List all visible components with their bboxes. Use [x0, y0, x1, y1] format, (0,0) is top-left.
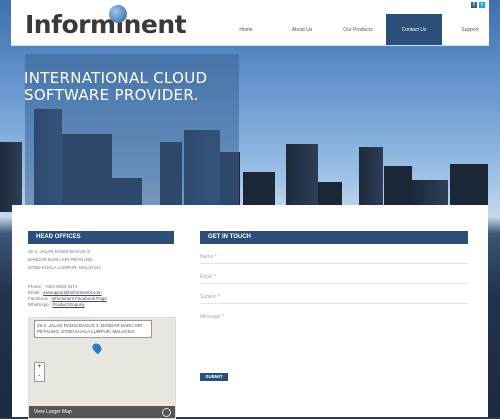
email-link[interactable]: ssesupport@informinent.com — [43, 290, 102, 295]
submit-button[interactable]: SUBMIT — [200, 373, 228, 381]
office-map[interactable]: 25-2, JALAN RADIN BAGUS 3, BANDAR BARU S… — [28, 317, 176, 419]
nav-support[interactable]: Support — [442, 14, 498, 45]
contact-details: Phone : +603 9054 3371 Email : ssesuppor… — [28, 284, 174, 308]
facebook-link[interactable]: Informinent Facebook Page — [52, 296, 107, 301]
site-header: Informinent Home About Us Our Products C… — [11, 0, 489, 46]
zoom-out-button[interactable]: - — [35, 372, 44, 381]
nav-about-us[interactable]: About Us — [274, 14, 330, 45]
social-links: f t — [471, 2, 485, 8]
subject-field[interactable]: Subject * — [200, 292, 468, 304]
building — [286, 144, 318, 212]
head-offices-column: HEAD OFFICES 25-2, JALAN RADIN BAGUS 3, … — [28, 231, 176, 419]
address-line: 57000 KUALA LUMPUR, MALAYSIA — [28, 265, 102, 270]
nav-contact-us[interactable]: Contact Us — [386, 14, 442, 45]
office-address: 25-2, JALAN RADIN BAGUS 3, BANDAR BARU S… — [28, 248, 174, 272]
zoom-in-button[interactable]: + — [35, 363, 44, 372]
hero-title: INTERNATIONAL CLOUD SOFTWARE PROVIDER. — [24, 69, 208, 104]
get-in-touch-column: GET IN TOUCH Name * Email * Subject * Me… — [200, 231, 468, 381]
twitter-icon[interactable]: t — [479, 2, 485, 8]
get-in-touch-heading: GET IN TOUCH — [200, 231, 468, 244]
expand-map-icon[interactable] — [162, 408, 171, 417]
address-line: 25-2, JALAN RADIN BAGUS 3, — [28, 249, 91, 254]
logo[interactable]: Informinent — [25, 5, 187, 40]
nav-home[interactable]: Home — [218, 14, 274, 45]
email-field[interactable]: Email * — [200, 272, 468, 284]
map-footer: View Larger Map — [29, 406, 175, 418]
building — [359, 147, 383, 212]
facebook-label: Facebook : — [28, 296, 51, 301]
view-larger-map-link[interactable]: View Larger Map — [34, 409, 72, 415]
logo-text: Informinent — [25, 10, 187, 39]
nav-our-products[interactable]: Our Products — [330, 14, 386, 45]
whatsapp-label: WhatsApp : — [28, 302, 52, 307]
main-nav: Home About Us Our Products Contact Us Su… — [218, 14, 498, 45]
building — [0, 142, 22, 212]
message-field[interactable]: Message * — [200, 312, 468, 368]
globe-icon — [109, 5, 127, 23]
email-label: Email : — [28, 290, 42, 295]
map-address-label: 25-2, JALAN RADIN BAGUS 3, BANDAR BARU S… — [34, 320, 152, 338]
map-zoom-controls: + - — [34, 362, 45, 382]
head-offices-heading: HEAD OFFICES — [28, 231, 174, 244]
contact-content: HEAD OFFICES 25-2, JALAN RADIN BAGUS 3, … — [12, 205, 488, 419]
facebook-icon[interactable]: f — [471, 2, 477, 8]
whatsapp-link[interactable]: Product Enquiry — [53, 302, 85, 307]
location-pin-icon[interactable] — [90, 341, 104, 355]
address-line: BANDAR BARU SRI PETALING, — [28, 257, 94, 262]
whatsapp-line: WhatsApp : Product Enquiry — [28, 302, 174, 308]
name-field[interactable]: Name * — [200, 252, 468, 264]
